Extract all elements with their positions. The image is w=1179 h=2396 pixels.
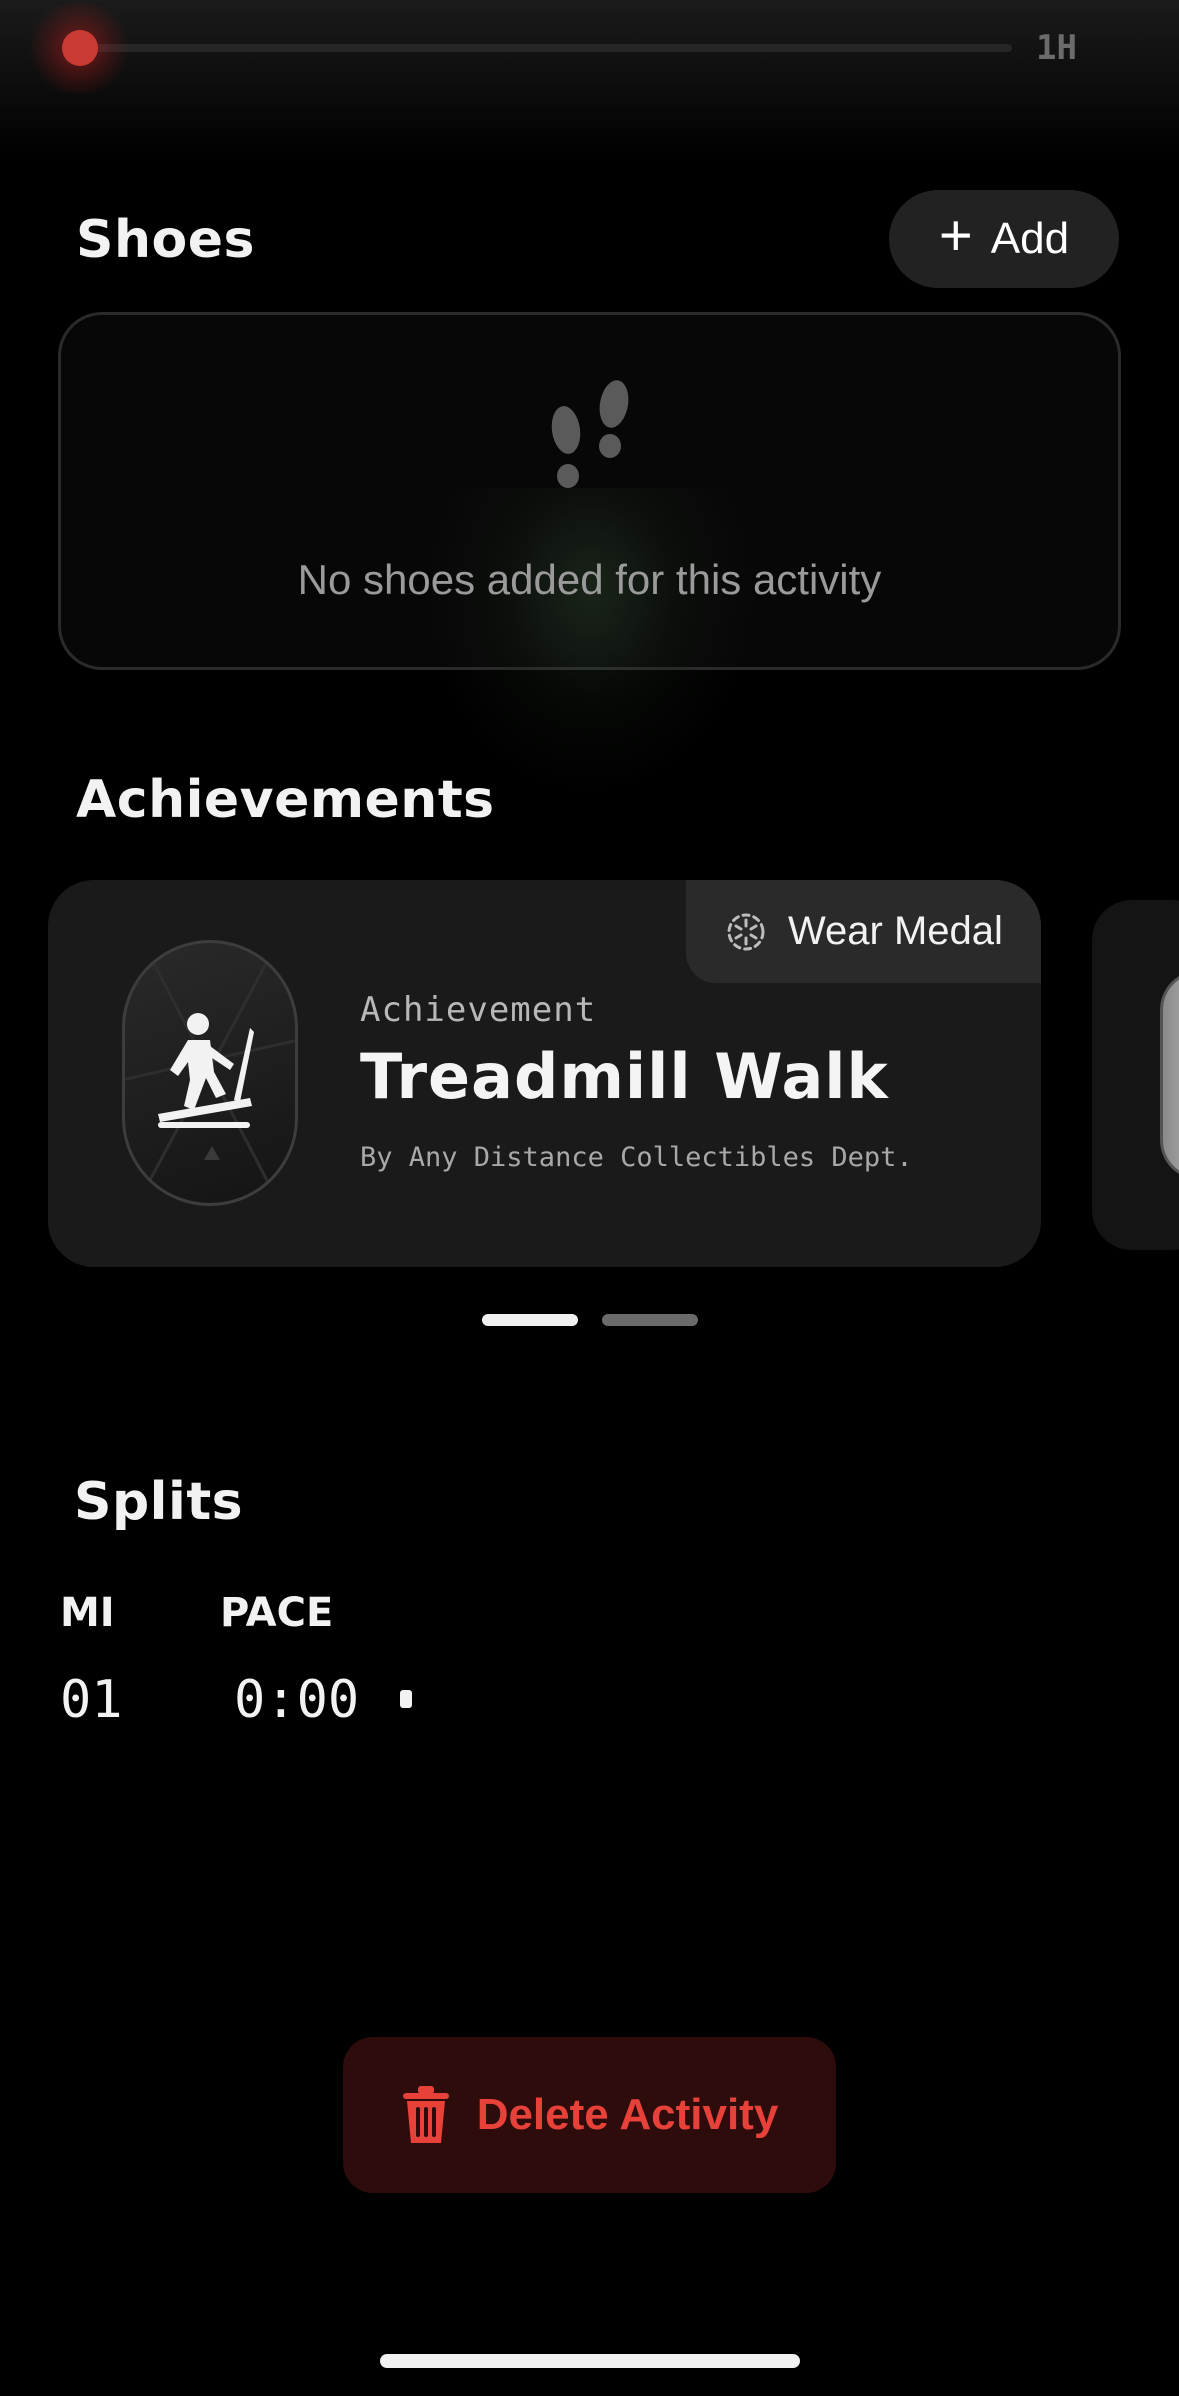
footprints-icon bbox=[551, 380, 629, 488]
carousel-page-indicator-1[interactable] bbox=[482, 1314, 578, 1326]
timeline-duration-label: 1H bbox=[1036, 28, 1077, 68]
achievements-title: Achievements bbox=[76, 770, 495, 830]
wear-medal-label: Wear Medal bbox=[788, 909, 1003, 953]
split-row-pace: 0:00 bbox=[234, 1670, 360, 1730]
top-gradient bbox=[0, 0, 1179, 160]
shoes-glow bbox=[430, 488, 750, 788]
achievement-subtitle: By Any Distance Collectibles Dept. bbox=[360, 1142, 913, 1173]
achievement-title: Treadmill Walk bbox=[360, 1040, 889, 1113]
split-row-mi: 01 bbox=[60, 1670, 123, 1730]
shoes-title: Shoes bbox=[76, 210, 255, 270]
add-shoe-label: Add bbox=[990, 214, 1070, 263]
carousel-page-indicator-2[interactable] bbox=[602, 1314, 698, 1326]
splits-column-pace: PACE bbox=[220, 1590, 334, 1636]
split-pace-bar bbox=[400, 1690, 412, 1708]
wear-medal-button[interactable]: Wear Medal bbox=[686, 880, 1041, 983]
activity-detail-screen: 1H Shoes + Add No shoes added for this a… bbox=[0, 0, 1179, 2396]
plus-icon: + bbox=[938, 203, 973, 268]
trash-icon bbox=[402, 2086, 449, 2143]
delete-activity-button[interactable]: Delete Activity bbox=[343, 2037, 836, 2193]
treadmill-walker-icon bbox=[158, 1013, 254, 1128]
timeline-track[interactable] bbox=[80, 44, 1012, 52]
shoes-empty-message: No shoes added for this activity bbox=[297, 556, 882, 603]
home-indicator[interactable] bbox=[380, 2354, 800, 2368]
splits-column-mi: MI bbox=[60, 1590, 115, 1636]
add-shoe-button[interactable]: + Add bbox=[889, 190, 1119, 288]
timeline-handle[interactable] bbox=[62, 30, 98, 66]
delete-activity-label: Delete Activity bbox=[476, 2090, 779, 2139]
medal-cube-icon bbox=[727, 913, 765, 950]
next-achievement-medal bbox=[1160, 970, 1179, 1180]
splits-title: Splits bbox=[74, 1472, 244, 1532]
achievement-kicker: Achievement bbox=[360, 990, 597, 1030]
